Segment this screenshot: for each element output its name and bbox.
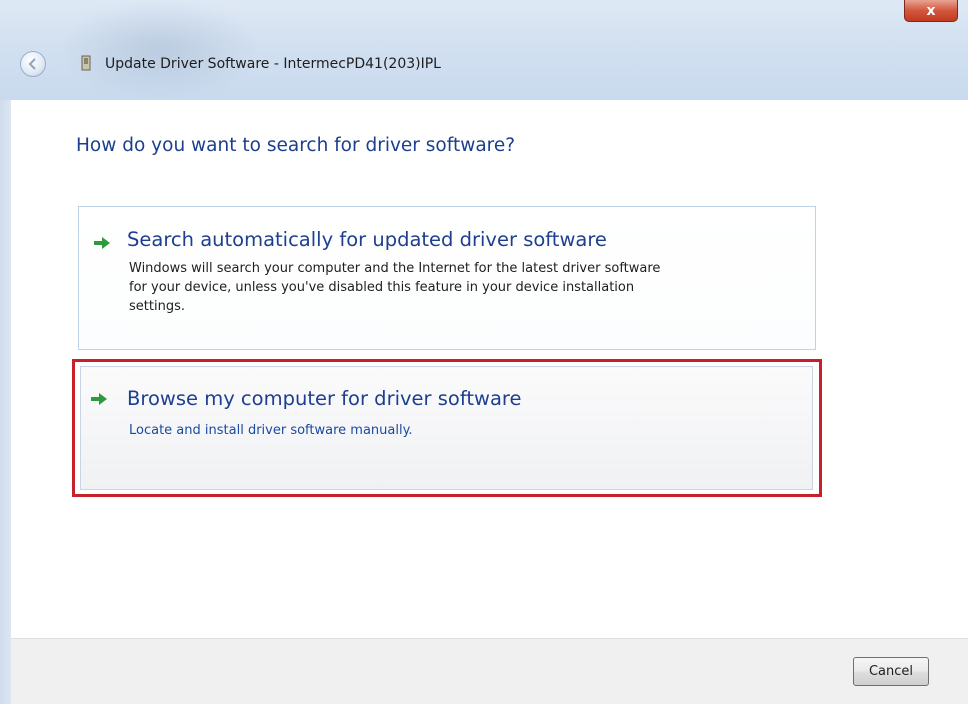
back-button[interactable] [20,51,46,77]
close-icon: x [926,2,936,19]
title-bar: x Update Driver Software - IntermecPD41(… [0,0,968,100]
device-icon [81,55,91,71]
update-driver-window: x Update Driver Software - IntermecPD41(… [0,0,968,704]
green-arrow-icon [94,237,110,249]
page-heading: How do you want to search for driver sof… [76,135,516,156]
cancel-button[interactable]: Cancel [853,657,929,686]
option-description: Windows will search your computer and th… [129,259,660,316]
highlight-annotation-box [72,359,822,497]
footer-bar [11,638,968,704]
option-description-line: Windows will search your computer and th… [129,261,661,276]
option-title: Search automatically for updated driver … [127,228,607,251]
window-title: Update Driver Software - IntermecPD41(20… [105,56,441,72]
option-description-line: settings. [129,299,185,314]
window-left-border [0,100,11,704]
option-search-automatically[interactable]: Search automatically for updated driver … [78,206,816,350]
background-glass-blur [60,0,260,100]
option-description-line: for your device, unless you've disabled … [129,280,635,295]
close-button[interactable]: x [904,0,958,22]
back-arrow-icon [28,58,36,70]
